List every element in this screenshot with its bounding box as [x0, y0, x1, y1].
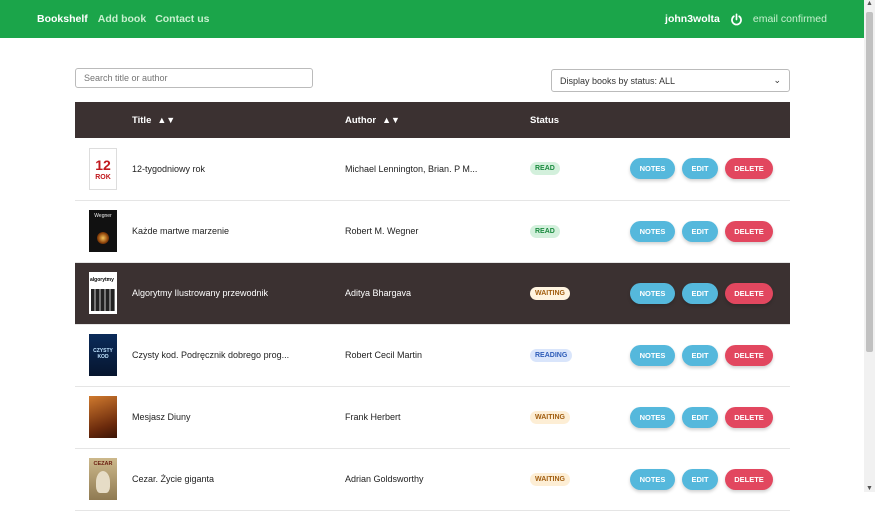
nav-contact-us[interactable]: Contact us — [155, 13, 209, 25]
header-title[interactable]: Title ▲▼ — [132, 102, 345, 138]
status-badge: WAITING — [530, 472, 570, 486]
nav-add-book[interactable]: Add book — [98, 13, 146, 25]
delete-button[interactable]: DELETE — [725, 282, 773, 304]
scrollbar[interactable]: ▲ ▼ — [864, 0, 875, 492]
edit-button[interactable]: EDIT — [682, 406, 718, 428]
book-title: 12-tygodniowy rok — [132, 163, 206, 174]
email-status: email confirmed — [752, 13, 827, 25]
status-cell: WAITING — [530, 262, 630, 324]
status-filter-select[interactable]: Display books by status: ALL ⌄ — [551, 69, 790, 92]
notes-button[interactable]: NOTES — [630, 220, 675, 242]
book-author: Adrian Goldsworthy — [345, 474, 424, 484]
delete-button[interactable]: DELETE — [725, 468, 773, 490]
table-header-row: Title ▲▼ Author ▲▼ Status — [75, 102, 790, 138]
table-row[interactable]: Mesjasz Diuny Frank Herbert WAITING NOTE… — [75, 386, 790, 448]
header-author[interactable]: Author ▲▼ — [345, 102, 530, 138]
cover-cell: algorytmy — [75, 262, 132, 324]
username[interactable]: john3wolta — [665, 13, 720, 25]
book-author: Aditya Bhargava — [345, 288, 412, 298]
book-cover: CZYSTY KOD — [89, 334, 117, 376]
scroll-down-icon[interactable]: ▼ — [866, 485, 873, 492]
cover-cell: CZYSTY KOD — [75, 324, 132, 386]
status-cell: READ — [530, 200, 630, 262]
top-navbar: Bookshelf Add book Contact us john3wolta… — [0, 0, 864, 38]
scroll-up-icon[interactable]: ▲ — [866, 0, 873, 7]
header-title-label: Title — [132, 114, 152, 126]
actions-cell: NOTES EDIT DELETE — [630, 448, 790, 510]
book-title: Mesjasz Diuny — [132, 412, 191, 422]
cover-cell — [75, 386, 132, 448]
table-row[interactable]: Wegner Każde martwe marzenie Robert M. W… — [75, 200, 790, 262]
header-status: Status — [530, 114, 560, 126]
sort-icon[interactable]: ▲▼ — [157, 115, 175, 125]
book-cover: Wegner — [89, 210, 117, 252]
status-badge: READ — [530, 224, 560, 238]
book-title: Czysty kod. Podręcznik dobrego prog... — [132, 350, 290, 360]
notes-button[interactable]: NOTES — [630, 344, 675, 366]
brand-link[interactable]: Bookshelf — [37, 13, 88, 25]
user-area: john3wolta email confirmed — [665, 12, 827, 26]
header-cover — [75, 102, 132, 138]
book-author: Michael Lennington, Brian. P M... — [345, 163, 478, 174]
status-cell: WAITING — [530, 386, 630, 448]
edit-button[interactable]: EDIT — [682, 158, 718, 180]
status-badge: READING — [530, 348, 573, 362]
edit-button[interactable]: EDIT — [682, 220, 718, 242]
book-cover: 12 ROK — [89, 147, 117, 190]
notes-button[interactable]: NOTES — [630, 468, 675, 490]
header-author-label: Author — [345, 114, 377, 126]
book-author: Robert Cecil Martin — [345, 350, 423, 360]
power-icon[interactable] — [730, 12, 743, 26]
delete-button[interactable]: DELETE — [725, 158, 773, 180]
table-row[interactable]: CEZAR Cezar. Życie giganta Adrian Goldsw… — [75, 448, 790, 510]
actions-cell: NOTES EDIT DELETE — [630, 200, 790, 262]
table-row[interactable]: 12 ROK 12-tygodniowy rok Michael Lenning… — [75, 138, 790, 200]
edit-button[interactable]: EDIT — [682, 282, 718, 304]
book-title: Cezar. Życie giganta — [132, 474, 215, 484]
actions-cell: NOTES EDIT DELETE — [630, 324, 790, 386]
status-cell: READ — [530, 138, 630, 200]
chevron-down-icon: ⌄ — [773, 75, 781, 85]
cover-cell: CEZAR — [75, 448, 132, 510]
table-row[interactable]: algorytmy Algorytmy Ilustrowany przewodn… — [75, 262, 790, 324]
actions-cell: NOTES EDIT DELETE — [630, 262, 790, 324]
cover-cell: Wegner — [75, 200, 132, 262]
books-table: Title ▲▼ Author ▲▼ Status 12 ROK 12-tygodn… — [75, 102, 790, 511]
notes-button[interactable]: NOTES — [630, 158, 675, 180]
notes-button[interactable]: NOTES — [630, 406, 675, 428]
edit-button[interactable]: EDIT — [682, 344, 718, 366]
edit-button[interactable]: EDIT — [682, 468, 718, 490]
notes-button[interactable]: NOTES — [630, 282, 675, 304]
book-title: Algorytmy Ilustrowany przewodnik — [132, 288, 269, 298]
book-cover: algorytmy — [89, 272, 117, 314]
delete-button[interactable]: DELETE — [725, 220, 773, 242]
scrollbar-thumb[interactable] — [866, 12, 873, 352]
status-badge: WAITING — [530, 410, 570, 424]
search-input[interactable] — [75, 68, 313, 88]
sort-icon[interactable]: ▲▼ — [382, 115, 400, 125]
actions-cell: NOTES EDIT DELETE — [630, 386, 790, 448]
cover-cell: 12 ROK — [75, 138, 132, 200]
book-author: Robert M. Wegner — [345, 226, 419, 236]
book-author: Frank Herbert — [345, 412, 401, 422]
status-badge: WAITING — [530, 286, 570, 300]
actions-cell: NOTES EDIT DELETE — [630, 138, 790, 200]
book-cover — [89, 396, 117, 438]
delete-button[interactable]: DELETE — [725, 406, 773, 428]
status-cell: READING — [530, 324, 630, 386]
book-cover: CEZAR — [89, 458, 117, 500]
table-row[interactable]: CZYSTY KOD Czysty kod. Podręcznik dobreg… — [75, 324, 790, 386]
status-badge: READ — [530, 162, 560, 176]
delete-button[interactable]: DELETE — [725, 344, 773, 366]
status-filter-label: Display books by status: ALL — [560, 75, 676, 86]
status-cell: WAITING — [530, 448, 630, 510]
book-title: Każde martwe marzenie — [132, 226, 230, 236]
header-actions — [630, 102, 790, 138]
